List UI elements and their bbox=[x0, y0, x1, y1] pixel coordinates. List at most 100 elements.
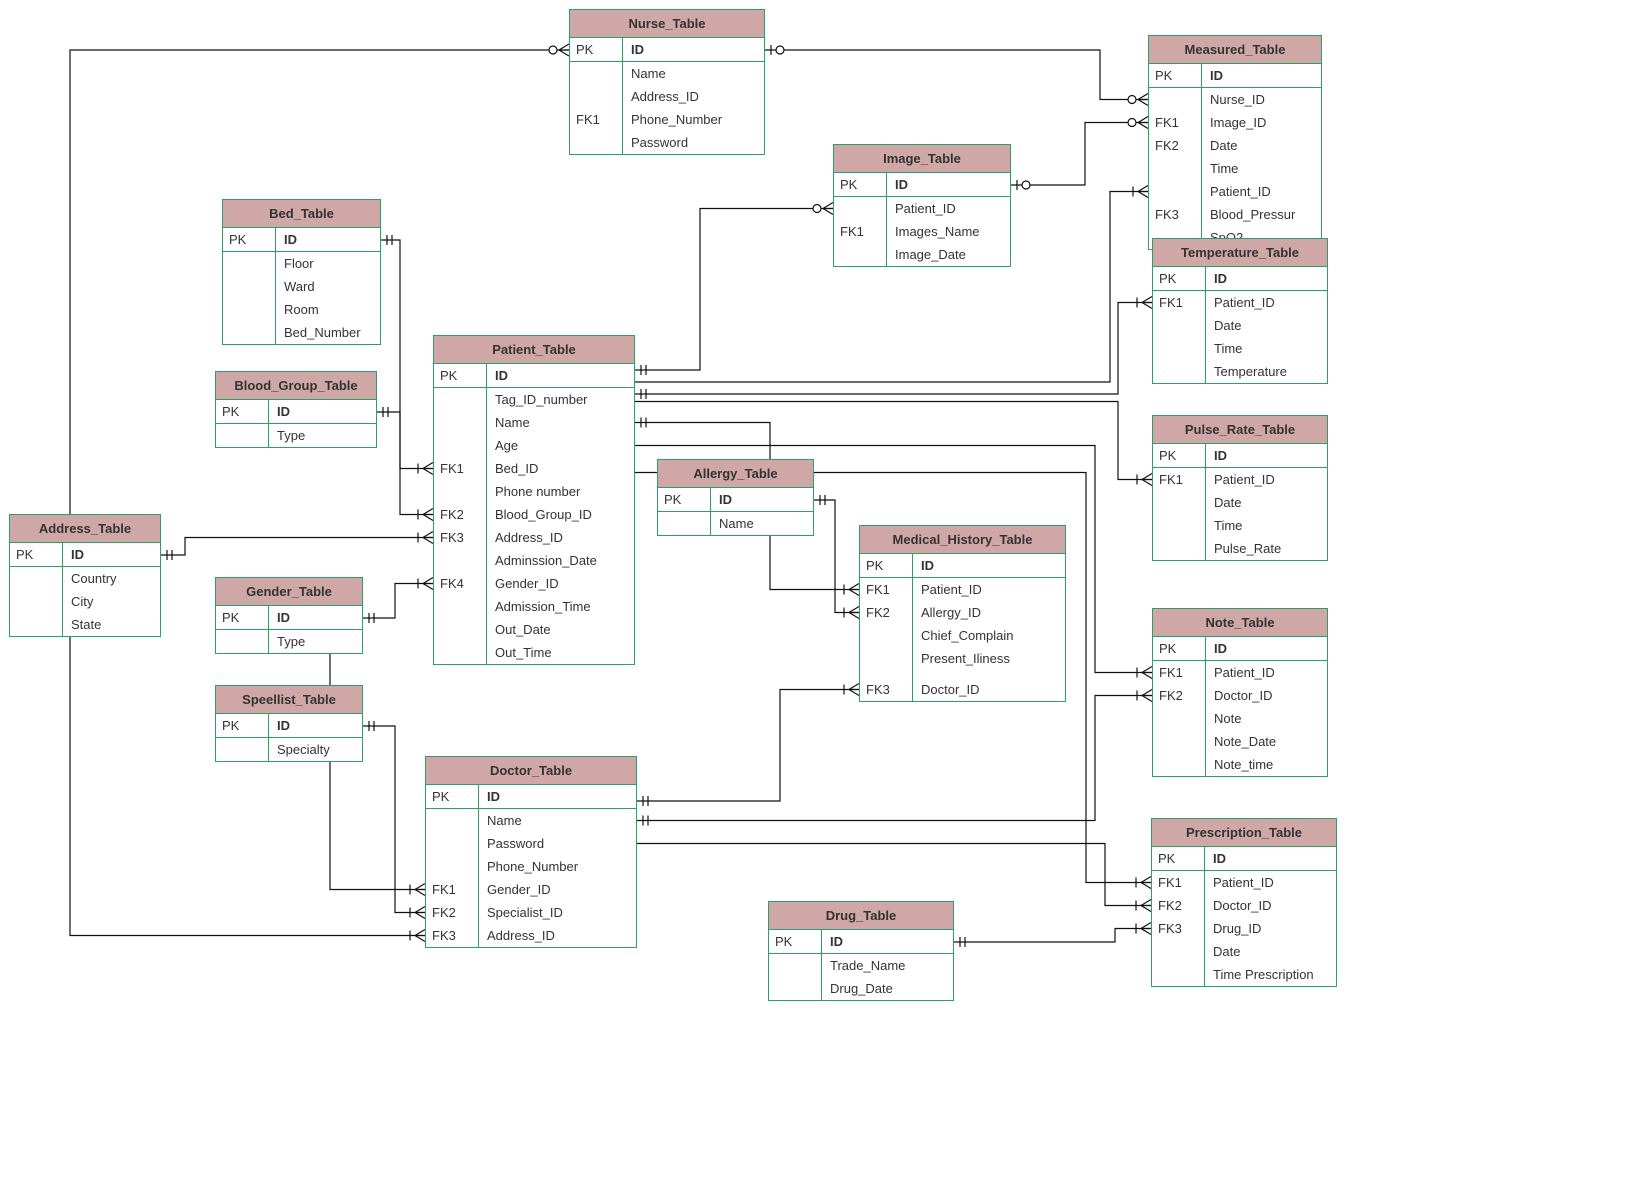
key-label bbox=[1153, 730, 1206, 753]
attr-label: ID bbox=[269, 606, 362, 629]
pk-row: PKID bbox=[658, 488, 813, 512]
pk-row: PKID bbox=[1153, 267, 1327, 291]
attr-label: ID bbox=[1202, 64, 1321, 87]
attr-label: Type bbox=[269, 424, 376, 447]
pk-row: PKID bbox=[1153, 637, 1327, 661]
attr-row: Type bbox=[216, 424, 376, 447]
attr-label: ID bbox=[1206, 444, 1327, 467]
attr-label: Temperature bbox=[1206, 360, 1327, 383]
attr-row: Time bbox=[1153, 337, 1327, 360]
attr-row: FK1Image_ID bbox=[1149, 111, 1321, 134]
attr-label: Type bbox=[269, 630, 362, 653]
entity-prescription: Prescription_TablePKIDFK1Patient_IDFK2Do… bbox=[1151, 818, 1337, 987]
attr-label: Name bbox=[711, 512, 813, 535]
attr-label: Password bbox=[479, 832, 636, 855]
pk-row: PKID bbox=[834, 173, 1010, 197]
entity-title: Pulse_Rate_Table bbox=[1153, 416, 1327, 444]
key-label bbox=[860, 670, 913, 678]
attr-row: FK2Blood_Group_ID bbox=[434, 503, 634, 526]
attr-row: Age bbox=[434, 434, 634, 457]
attr-label: ID bbox=[269, 714, 362, 737]
attr-label: ID bbox=[711, 488, 813, 511]
attr-row: Drug_Date bbox=[769, 977, 953, 1000]
key-label: FK1 bbox=[570, 108, 623, 131]
attr-label: Note_time bbox=[1206, 753, 1327, 776]
key-label: PK bbox=[216, 606, 269, 629]
attr-row: FK1Patient_ID bbox=[860, 578, 1065, 601]
relationship-line bbox=[637, 690, 859, 802]
pk-row: PKID bbox=[860, 554, 1065, 578]
attr-label: Address_ID bbox=[479, 924, 636, 947]
attr-row: Note bbox=[1153, 707, 1327, 730]
key-label bbox=[223, 298, 276, 321]
attr-row: Present_Iliness bbox=[860, 647, 1065, 670]
entity-nurse: Nurse_TablePKIDNameAddress_IDFK1Phone_Nu… bbox=[569, 9, 765, 155]
key-label bbox=[1152, 940, 1205, 963]
attr-label bbox=[913, 670, 1065, 678]
attr-label: ID bbox=[913, 554, 1065, 577]
entity-pulse: Pulse_Rate_TablePKIDFK1Patient_IDDateTim… bbox=[1152, 415, 1328, 561]
attr-label: Pulse_Rate bbox=[1206, 537, 1327, 560]
attr-label: Nurse_ID bbox=[1202, 88, 1321, 111]
key-label: FK3 bbox=[1149, 203, 1202, 226]
attr-row: Name bbox=[658, 512, 813, 535]
er-diagram-canvas: Nurse_TablePKIDNameAddress_IDFK1Phone_Nu… bbox=[0, 0, 1628, 1191]
attr-label: ID bbox=[822, 930, 953, 953]
attr-row: FK1Patient_ID bbox=[1152, 871, 1336, 894]
attr-label: State bbox=[63, 613, 160, 636]
key-label bbox=[434, 641, 487, 664]
key-label: FK1 bbox=[860, 578, 913, 601]
attr-row: Time bbox=[1153, 514, 1327, 537]
attr-label: Password bbox=[623, 131, 764, 154]
key-label bbox=[426, 809, 479, 832]
attr-label: Drug_ID bbox=[1205, 917, 1336, 940]
key-label bbox=[570, 85, 623, 108]
attr-row: Name bbox=[434, 411, 634, 434]
relationship-line bbox=[161, 538, 433, 556]
entity-patient: Patient_TablePKIDTag_ID_numberNameAgeFK1… bbox=[433, 335, 635, 665]
attr-label: Gender_ID bbox=[479, 878, 636, 901]
entity-title: Drug_Table bbox=[769, 902, 953, 930]
key-label: PK bbox=[769, 930, 822, 953]
attr-row: State bbox=[10, 613, 160, 636]
key-label bbox=[223, 321, 276, 344]
attr-row: Admission_Time bbox=[434, 595, 634, 618]
attr-label: Gender_ID bbox=[487, 572, 634, 595]
key-label: FK4 bbox=[434, 572, 487, 595]
pk-row: PKID bbox=[216, 714, 362, 738]
attr-label: Out_Time bbox=[487, 641, 634, 664]
attr-label: Note bbox=[1206, 707, 1327, 730]
key-label: FK1 bbox=[1152, 871, 1205, 894]
pk-row: PKID bbox=[1149, 64, 1321, 88]
attr-label: Specialty bbox=[269, 738, 362, 761]
key-label: PK bbox=[223, 228, 276, 251]
relationship-line bbox=[954, 929, 1151, 943]
pk-row: PKID bbox=[769, 930, 953, 954]
attr-row: Name bbox=[426, 809, 636, 832]
key-label: FK1 bbox=[1149, 111, 1202, 134]
attr-row: Note_Date bbox=[1153, 730, 1327, 753]
attr-label: Patient_ID bbox=[887, 197, 1010, 220]
attr-label: Phone number bbox=[487, 480, 634, 503]
key-label: FK1 bbox=[434, 457, 487, 480]
attr-row: Date bbox=[1153, 491, 1327, 514]
key-label bbox=[1149, 180, 1202, 203]
attr-label: Address_ID bbox=[623, 85, 764, 108]
key-label bbox=[658, 512, 711, 535]
attr-label: ID bbox=[1206, 637, 1327, 660]
attr-label: Chief_Complain bbox=[913, 624, 1065, 647]
attr-row: FK2Specialist_ID bbox=[426, 901, 636, 924]
attr-row: Temperature bbox=[1153, 360, 1327, 383]
relationship-line bbox=[635, 209, 833, 371]
entity-bed: Bed_TablePKIDFloorWardRoomBed_Number bbox=[222, 199, 381, 345]
key-label bbox=[570, 62, 623, 85]
attr-row: Specialty bbox=[216, 738, 362, 761]
key-label bbox=[434, 388, 487, 411]
entity-medhist: Medical_History_TablePKIDFK1Patient_IDFK… bbox=[859, 525, 1066, 702]
attr-label: Date bbox=[1206, 314, 1327, 337]
attr-row: FK1Patient_ID bbox=[1153, 468, 1327, 491]
key-label bbox=[860, 624, 913, 647]
entity-drug: Drug_TablePKIDTrade_NameDrug_Date bbox=[768, 901, 954, 1001]
attr-label: Bed_Number bbox=[276, 321, 380, 344]
attr-label: Room bbox=[276, 298, 380, 321]
